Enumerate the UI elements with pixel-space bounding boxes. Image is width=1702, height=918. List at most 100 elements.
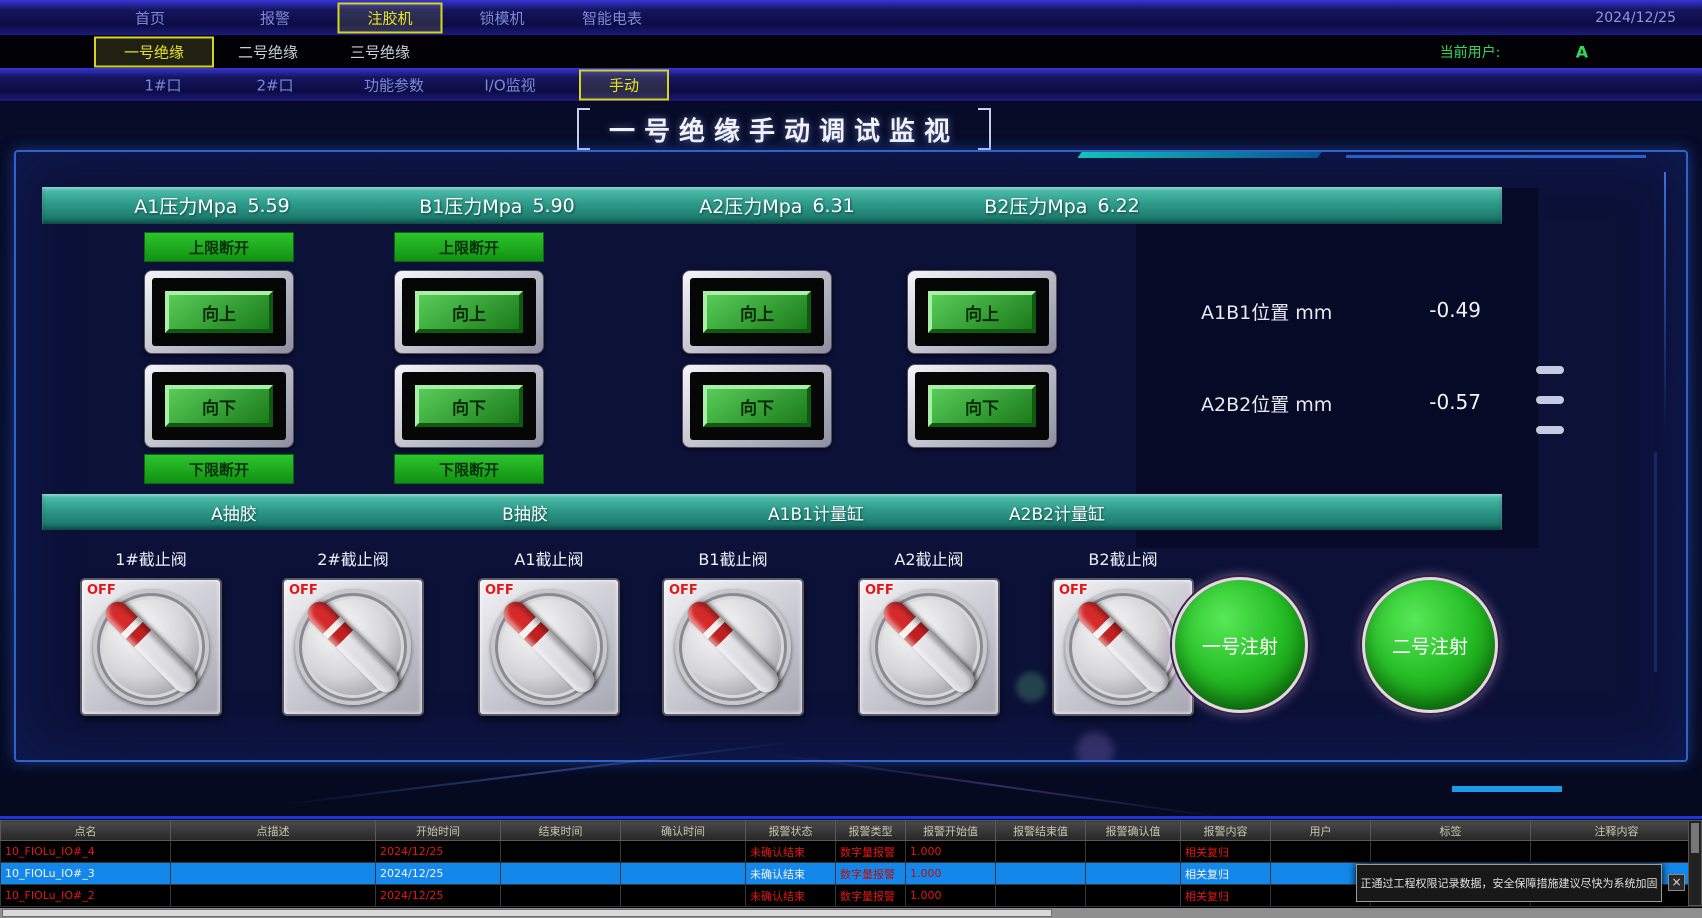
tab-port-1[interactable]: 1#口: [134, 71, 191, 98]
nav-clamping-machine[interactable]: 锁模机: [469, 4, 534, 31]
inject-1-button[interactable]: 一号注射: [1172, 577, 1308, 713]
cell: 10_FIOLu_IO#_2: [0, 884, 171, 907]
col-alarm-ack-value[interactable]: 报警确认值: [1085, 820, 1181, 841]
col-alarm-start-value[interactable]: 报警开始值: [905, 820, 996, 841]
decor-right-line-1: [1664, 172, 1666, 432]
pressure-b1: B1压力Mpa 5.90: [397, 187, 597, 224]
cell: 1.000: [905, 840, 996, 863]
col-comment[interactable]: 注释内容: [1530, 820, 1702, 841]
valve-a1-label: A1截止阀: [514, 550, 584, 569]
nav-injection-machine[interactable]: 注胶机: [337, 2, 443, 33]
valve-2-switch[interactable]: OFF: [282, 578, 424, 716]
cell: [620, 884, 746, 907]
jog-column-a2: 向上 向下: [682, 232, 832, 492]
jog-down-button-a1[interactable]: 向下: [144, 364, 294, 448]
cell: 数字量报警: [835, 862, 906, 885]
pressure-a2-value: 6.31: [812, 194, 855, 217]
decor-top-line: [1346, 155, 1646, 158]
col-alarm-end-value[interactable]: 报警结束值: [995, 820, 1086, 841]
cell: 2024/12/25: [375, 884, 501, 907]
col-ack-time[interactable]: 确认时间: [620, 820, 746, 841]
jog-down-a1-frame: 向下: [152, 372, 286, 440]
position-a1b1-value: -0.49: [1429, 298, 1481, 322]
valve-1-state: OFF: [87, 583, 116, 598]
jog-column-b1: 上限断开 向上 向下 下限断开: [394, 232, 544, 492]
valve-2[interactable]: 2#截止阀 OFF: [273, 546, 433, 716]
table-vertical-scrollbar-thumb[interactable]: [1691, 823, 1699, 853]
pressure-bar: A1压力Mpa 5.59 B1压力Mpa 5.90 A2压力Mpa 6.31 B…: [42, 187, 1502, 224]
tab-function-params[interactable]: 功能参数: [354, 71, 434, 98]
cell: 2024/12/25: [375, 840, 501, 863]
cell: [500, 840, 621, 863]
cell: [995, 884, 1086, 907]
tooltip-close-button[interactable]: ×: [1668, 874, 1685, 891]
table-vertical-scrollbar[interactable]: [1688, 820, 1702, 906]
pressure-b2-full: B2压力Mpa 6.22: [962, 187, 1162, 224]
jog-down-button-a2[interactable]: 向下: [682, 364, 832, 448]
jog-down-button-b2[interactable]: 向下: [907, 364, 1057, 448]
table-horizontal-scrollbar-thumb[interactable]: [2, 909, 1052, 917]
lower-limit-indicator-a1: 下限断开: [144, 454, 294, 484]
inject-2-button[interactable]: 二号注射: [1362, 577, 1498, 713]
valve-b1-label: B1截止阀: [698, 550, 768, 569]
current-date: 2024/12/25: [1595, 9, 1676, 26]
cell: [1085, 884, 1181, 907]
title-bracket-right: [978, 108, 991, 150]
cell: 相关复归: [1180, 840, 1271, 863]
valve-a2-switch[interactable]: OFF: [858, 578, 1000, 716]
jog-down-button-b1[interactable]: 向下: [394, 364, 544, 448]
alarm-row-1[interactable]: 10_FIOLu_IO#_4 2024/12/25 未确认结束 数字量报警 1.…: [0, 840, 1702, 863]
valve-a1[interactable]: A1截止阀 OFF: [469, 546, 629, 716]
valve-b1-switch[interactable]: OFF: [662, 578, 804, 716]
nav-insulation-2[interactable]: 二号绝缘: [228, 39, 308, 66]
col-alarm-status[interactable]: 报警状态: [745, 820, 836, 841]
valve-b1[interactable]: B1截止阀 OFF: [653, 546, 813, 716]
cell: [1270, 840, 1371, 863]
nav-insulation-1[interactable]: 一号绝缘: [93, 36, 215, 68]
pressure-b2-label: B2压力Mpa: [984, 196, 1088, 218]
valve-1-switch[interactable]: OFF: [80, 578, 222, 716]
decor-dash-1: [1536, 366, 1564, 374]
pressure-a1-label: A1压力Mpa: [134, 196, 238, 218]
col-user[interactable]: 用户: [1270, 820, 1371, 841]
cell: [500, 862, 621, 885]
pressure-a1-value: 5.59: [247, 194, 290, 217]
col-end-time[interactable]: 结束时间: [500, 820, 621, 841]
col-point-desc[interactable]: 点描述: [170, 820, 376, 841]
valve-2-label: 2#截止阀: [317, 550, 389, 569]
tab-io-monitor[interactable]: I/O监视: [474, 71, 545, 98]
jog-up-button-a1[interactable]: 向上: [144, 270, 294, 354]
jog-up-button-a2[interactable]: 向上: [682, 270, 832, 354]
cell: 数字量报警: [835, 840, 906, 863]
hmi-screen: 首页 报警 注胶机 锁模机 智能电表 2024/12/25 一号绝缘 二号绝缘 …: [0, 0, 1702, 918]
nav-smart-meter[interactable]: 智能电表: [572, 4, 652, 31]
section-bar: A抽胶 B抽胶 A1B1计量缸 A2B2计量缸: [42, 494, 1502, 530]
table-horizontal-scrollbar[interactable]: [0, 908, 1702, 918]
valve-a2[interactable]: A2截止阀 OFF: [849, 546, 1009, 716]
nav-home[interactable]: 首页: [125, 4, 175, 31]
col-alarm-type[interactable]: 报警类型: [835, 820, 906, 841]
nav-alarm[interactable]: 报警: [250, 4, 300, 31]
col-start-time[interactable]: 开始时间: [375, 820, 501, 841]
col-alarm-content[interactable]: 报警内容: [1180, 820, 1271, 841]
jog-up-b2-label: 向上: [928, 291, 1036, 333]
valve-1[interactable]: 1#截止阀 OFF: [71, 546, 231, 716]
cell: 未确认结束: [745, 862, 836, 885]
jog-up-b1-frame: 向上: [402, 278, 536, 346]
nav-insulation-3[interactable]: 三号绝缘: [340, 39, 420, 66]
jog-up-button-b1[interactable]: 向上: [394, 270, 544, 354]
valve-a1-switch[interactable]: OFF: [478, 578, 620, 716]
section-a2b2-cylinder: A2B2计量缸: [1009, 504, 1105, 525]
jog-up-b2-frame: 向上: [915, 278, 1049, 346]
col-point-name[interactable]: 点名: [0, 820, 171, 841]
pressure-b2-value: 6.22: [1097, 194, 1140, 217]
jog-down-b1-frame: 向下: [402, 372, 536, 440]
tab-port-2[interactable]: 2#口: [246, 71, 303, 98]
col-tag[interactable]: 标签: [1370, 820, 1531, 841]
cell: [1530, 840, 1702, 863]
jog-up-button-b2[interactable]: 向上: [907, 270, 1057, 354]
jog-up-b1-label: 向上: [415, 291, 523, 333]
valve-1-label: 1#截止阀: [115, 550, 187, 569]
tab-manual[interactable]: 手动: [578, 69, 670, 100]
tab-nav-bar: 1#口 2#口 功能参数 I/O监视 手动: [0, 68, 1702, 102]
